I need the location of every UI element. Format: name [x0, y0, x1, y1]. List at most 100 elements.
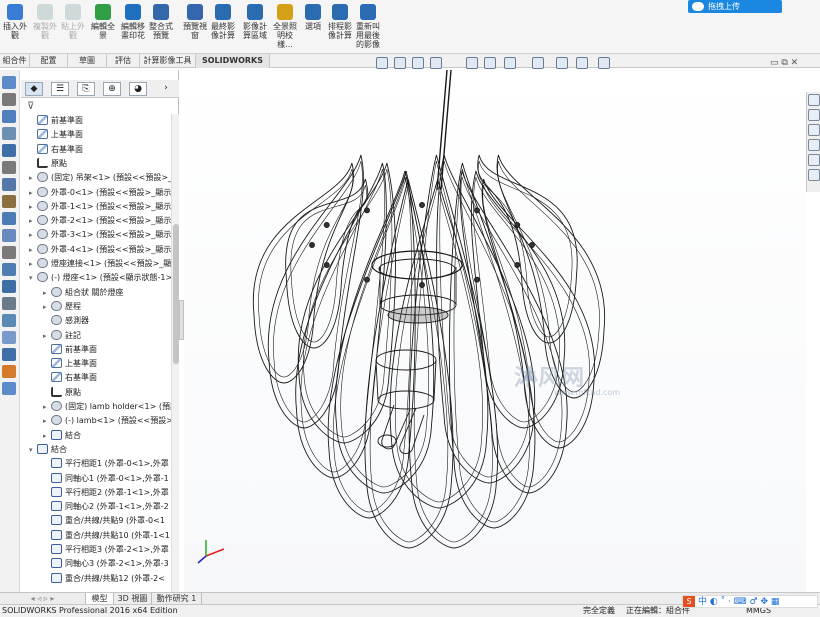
edit-appearance-icon[interactable]: [556, 57, 568, 69]
file-explorer-tab-icon[interactable]: [808, 139, 820, 151]
tree-row[interactable]: 重合/共線/共點9 (外罩-0<1: [43, 514, 165, 528]
expand-arrow-icon[interactable]: ▸: [29, 243, 37, 257]
tree-scrollbar-thumb[interactable]: [173, 224, 179, 364]
tree-row[interactable]: 右基準面: [29, 143, 83, 157]
display-style-icon[interactable]: [504, 57, 516, 69]
left-toolbar-tool-icon[interactable]: [2, 195, 16, 208]
tree-row[interactable]: 平行相距1 (外罩-0<1>,外罩: [43, 457, 169, 471]
left-toolbar-tool-icon[interactable]: [2, 127, 16, 140]
tree-row[interactable]: ▸ 外罩-2<1> (預設<<預設>_顯示: [29, 214, 171, 228]
left-toolbar-tool-icon[interactable]: [2, 365, 16, 378]
zoom-area-icon[interactable]: [394, 57, 406, 69]
expand-arrow-icon[interactable]: ▾: [29, 271, 37, 285]
zoom-to-fit-icon[interactable]: [376, 57, 388, 69]
tree-row[interactable]: 原點: [43, 386, 81, 400]
left-toolbar-tool-icon[interactable]: [2, 263, 16, 276]
hide-show-icon[interactable]: [532, 57, 544, 69]
left-toolbar-tool-icon[interactable]: [2, 212, 16, 225]
panel-expand-icon[interactable]: ›: [157, 82, 175, 96]
tree-row[interactable]: ▸ 組合狀 關於燈座: [43, 286, 124, 300]
ribbon-button-4[interactable]: 編輯移畫印花: [118, 4, 148, 52]
display-manager-tab-icon[interactable]: ◕: [129, 82, 147, 96]
tree-row[interactable]: ▸ 結合: [43, 429, 81, 443]
section-view-icon[interactable]: [430, 57, 442, 69]
window-controls[interactable]: ▭ ⧉ ✕: [770, 58, 798, 68]
tree-row[interactable]: 同軸心3 (外罩-2<1>,外罩-3: [43, 557, 169, 571]
ribbon-button-7[interactable]: 最終影像計算: [208, 4, 238, 52]
tree-row[interactable]: ▸ 註記: [43, 329, 81, 343]
ribbon-button-5[interactable]: 整合式預覽: [146, 4, 176, 52]
command-tab-5[interactable]: SOLIDWORKS MBD: [196, 54, 270, 79]
tree-row[interactable]: 同軸心1 (外罩-0<1>,外罩-1: [43, 472, 169, 486]
expand-arrow-icon[interactable]: ▸: [43, 286, 51, 300]
ribbon-button-9[interactable]: 全景照明校樣...: [270, 4, 300, 52]
previous-view-icon[interactable]: [412, 57, 424, 69]
command-tab-3[interactable]: 評估: [107, 54, 140, 68]
ribbon-button-2[interactable]: 貼上外觀: [58, 4, 88, 52]
left-toolbar-tool-icon[interactable]: [2, 144, 16, 157]
resources-tab-icon[interactable]: [808, 94, 820, 106]
command-tab-2[interactable]: 草圖: [68, 54, 107, 68]
tree-row[interactable]: ▾ (-) 燈座<1> (預設<顯示狀態-1>: [29, 271, 171, 285]
expand-arrow-icon[interactable]: ▸: [43, 329, 51, 343]
graphics-area[interactable]: 沐风网 www.mfcad.com: [184, 69, 806, 592]
expand-arrow-icon[interactable]: ▸: [29, 186, 37, 200]
command-tab-0[interactable]: 組合件: [0, 54, 30, 68]
expand-arrow-icon[interactable]: ▸: [29, 171, 37, 185]
left-toolbar-tool-icon[interactable]: [2, 382, 16, 395]
expand-arrow-icon[interactable]: ▸: [29, 200, 37, 214]
ribbon-button-1[interactable]: 複製外觀: [30, 4, 60, 52]
ribbon-button-8[interactable]: 影像計算區域: [240, 4, 270, 52]
expand-arrow-icon[interactable]: ▸: [43, 414, 51, 428]
tree-row[interactable]: ▸ 外罩-0<1> (預設<<預設>_顯示: [29, 186, 171, 200]
ribbon-button-10[interactable]: 選項: [298, 4, 328, 52]
tree-row[interactable]: ▸ (固定) lamb holder<1> (預設: [43, 400, 171, 414]
ribbon-button-6[interactable]: 預覽視窗: [180, 4, 210, 52]
tree-row[interactable]: 同軸心2 (外罩-1<1>,外罩-2: [43, 500, 169, 514]
left-toolbar-tool-icon[interactable]: [2, 246, 16, 259]
ribbon-button-11[interactable]: 排程影像計算: [325, 4, 355, 52]
model-wireframe[interactable]: [184, 69, 806, 592]
tree-row[interactable]: 前基準面: [29, 114, 83, 128]
left-toolbar-tool-icon[interactable]: [2, 110, 16, 123]
tree-row[interactable]: ▸ (固定) 吊架<1> (預設<<預設>_顯: [29, 171, 171, 185]
dimxpert-tab-icon[interactable]: ⊕: [103, 82, 121, 96]
ribbon-button-3[interactable]: 編輯全景: [88, 4, 118, 52]
expand-arrow-icon[interactable]: ▸: [29, 228, 37, 242]
home-tab-icon[interactable]: [808, 109, 820, 121]
tree-row[interactable]: ▾ 結合: [29, 443, 67, 457]
expand-arrow-icon[interactable]: ▸: [29, 214, 37, 228]
command-tab-4[interactable]: 計算影像工具: [140, 54, 196, 68]
tree-row[interactable]: ▸ 外罩-3<1> (預設<<預設>_顯示: [29, 228, 171, 242]
tree-row[interactable]: 右基準面: [43, 371, 97, 385]
left-toolbar-tool-icon[interactable]: [2, 76, 16, 89]
left-toolbar-tool-icon[interactable]: [2, 297, 16, 310]
expand-arrow-icon[interactable]: ▾: [29, 443, 37, 457]
tree-row[interactable]: ▸ 歷程: [43, 300, 81, 314]
tree-scrollbar[interactable]: [171, 114, 179, 592]
tree-row[interactable]: 重合/共線/共點12 (外罩-2<: [43, 572, 165, 586]
configuration-manager-tab-icon[interactable]: ⎘: [77, 82, 95, 96]
left-toolbar-tool-icon[interactable]: [2, 161, 16, 174]
custom-properties-tab-icon[interactable]: [808, 169, 820, 181]
tree-row[interactable]: ▸ 外罩-1<1> (預設<<預設>_顯示: [29, 200, 171, 214]
view-orientation-icon[interactable]: [484, 57, 496, 69]
design-library-tab-icon[interactable]: [808, 124, 820, 136]
tree-row[interactable]: 原點: [29, 157, 67, 171]
left-toolbar-tool-icon[interactable]: [2, 178, 16, 191]
left-toolbar-tool-icon[interactable]: [2, 93, 16, 106]
tree-row[interactable]: 感測器: [43, 314, 89, 328]
tree-row[interactable]: 重合/共線/共點10 (外罩-1<1: [43, 529, 170, 543]
left-toolbar-tool-icon[interactable]: [2, 229, 16, 242]
expand-arrow-icon[interactable]: ▸: [43, 429, 51, 443]
tree-row[interactable]: 前基準面: [43, 343, 97, 357]
apply-scene-icon[interactable]: [576, 57, 588, 69]
tree-row[interactable]: 平行相距2 (外罩-1<1>,外罩: [43, 486, 169, 500]
appearances-tab-icon[interactable]: [808, 154, 820, 166]
left-toolbar-tool-icon[interactable]: [2, 314, 16, 327]
property-manager-tab-icon[interactable]: ☰: [51, 82, 69, 96]
left-toolbar-tool-icon[interactable]: [2, 280, 16, 293]
tree-row[interactable]: 上基準面: [29, 128, 83, 142]
expand-arrow-icon[interactable]: ▸: [43, 400, 51, 414]
view-settings-icon[interactable]: [598, 57, 610, 69]
